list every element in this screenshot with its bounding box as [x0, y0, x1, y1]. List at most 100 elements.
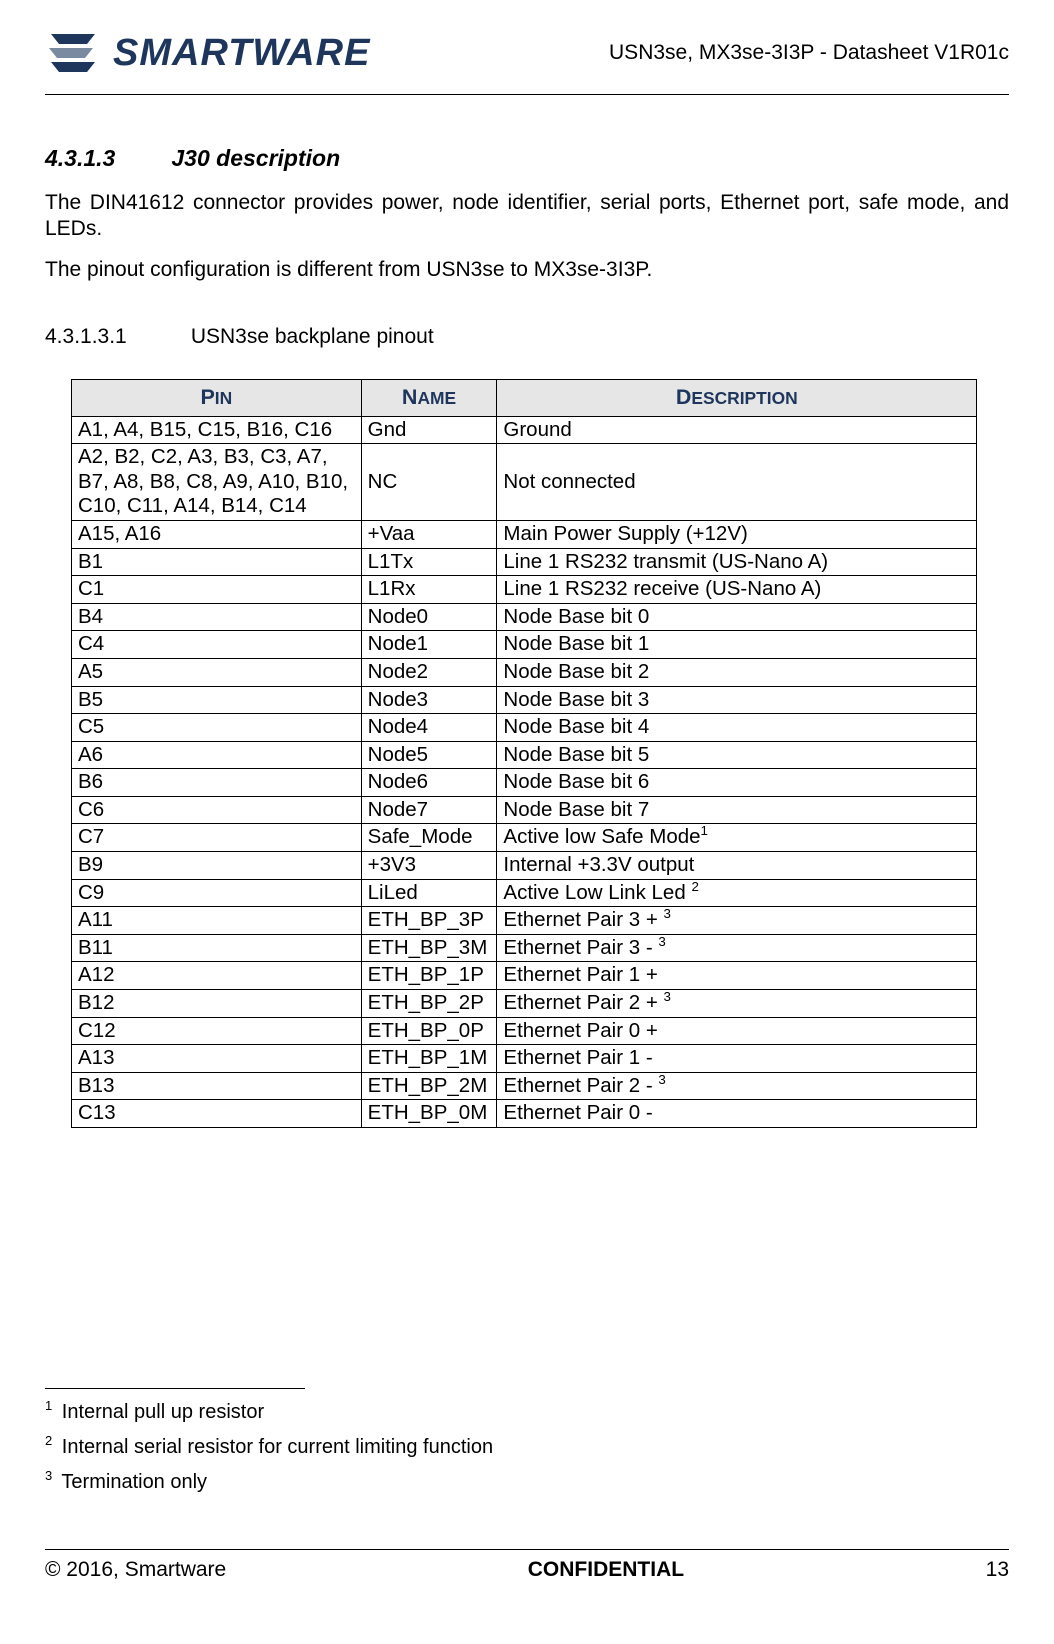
table-row: C9LiLedActive Low Link Led 2 [72, 879, 977, 907]
footnote-number: 1 [45, 1398, 52, 1413]
cell-description: Node Base bit 4 [497, 714, 977, 742]
table-row: B6Node6Node Base bit 6 [72, 769, 977, 797]
cell-name: Gnd [361, 416, 497, 444]
cell-pin: C5 [72, 714, 362, 742]
table-row: C12ETH_BP_0PEthernet Pair 0 + [72, 1017, 977, 1045]
cell-description: Main Power Supply (+12V) [497, 520, 977, 548]
table-row: C13ETH_BP_0MEthernet Pair 0 - [72, 1100, 977, 1128]
table-row: C1L1RxLine 1 RS232 receive (US-Nano A) [72, 576, 977, 604]
cell-description: Internal +3.3V output [497, 852, 977, 880]
footnote: 3 Termination only [45, 1471, 1009, 1494]
cell-pin: A11 [72, 907, 362, 935]
table-row: C6Node7Node Base bit 7 [72, 796, 977, 824]
cell-name: ETH_BP_0M [361, 1100, 497, 1128]
table-row: B5Node3Node Base bit 3 [72, 686, 977, 714]
col-header-desc: DESCRIPTION [497, 379, 977, 416]
cell-description: Ethernet Pair 2 - 3 [497, 1072, 977, 1100]
cell-pin: C6 [72, 796, 362, 824]
cell-pin: A12 [72, 962, 362, 990]
cell-pin: A5 [72, 658, 362, 686]
cell-pin: B6 [72, 769, 362, 797]
cell-description: Not connected [497, 444, 977, 521]
cell-name: Safe_Mode [361, 824, 497, 852]
footnotes: 1 Internal pull up resistor 2 Internal se… [45, 1388, 1009, 1494]
cell-description: Node Base bit 5 [497, 741, 977, 769]
footnote-ref: 2 [691, 879, 698, 894]
cell-pin: C12 [72, 1017, 362, 1045]
cell-description: Ethernet Pair 2 + 3 [497, 990, 977, 1018]
table-row: A6Node5Node Base bit 5 [72, 741, 977, 769]
footnote-number: 2 [45, 1433, 52, 1448]
section-heading: 4.3.1.3 J30 description [45, 145, 1009, 172]
cell-name: Node5 [361, 741, 497, 769]
table-row: B11ETH_BP_3MEthernet Pair 3 - 3 [72, 934, 977, 962]
footnote: 1 Internal pull up resistor [45, 1401, 1009, 1424]
cell-pin: A1, A4, B15, C15, B16, C16 [72, 416, 362, 444]
cell-pin: A6 [72, 741, 362, 769]
cell-pin: B9 [72, 852, 362, 880]
table-row: A1, A4, B15, C15, B16, C16GndGround [72, 416, 977, 444]
footnote-ref: 3 [664, 989, 671, 1004]
cell-description: Node Base bit 7 [497, 796, 977, 824]
table-row: B9+3V3Internal +3.3V output [72, 852, 977, 880]
cell-description: Node Base bit 3 [497, 686, 977, 714]
footer-page-number: 13 [986, 1558, 1009, 1582]
cell-description: Active low Safe Mode1 [497, 824, 977, 852]
col-header-pin: PIN [72, 379, 362, 416]
cell-name: +3V3 [361, 852, 497, 880]
cell-name: Node2 [361, 658, 497, 686]
cell-pin: A15, A16 [72, 520, 362, 548]
footer-copyright: © 2016, Smartware [45, 1558, 226, 1582]
cell-pin: B13 [72, 1072, 362, 1100]
page-header: SMARTWARE USN3se, MX3se-3I3P - Datasheet… [45, 30, 1009, 95]
table-row: A12ETH_BP_1PEthernet Pair 1 + [72, 962, 977, 990]
footnote: 2 Internal serial resistor for current l… [45, 1436, 1009, 1459]
table-header-row: PIN NAME DESCRIPTION [72, 379, 977, 416]
table-row: A2, B2, C2, A3, B3, C3, A7, B7, A8, B8, … [72, 444, 977, 521]
footnotes-rule [45, 1388, 305, 1389]
table-row: C5Node4Node Base bit 4 [72, 714, 977, 742]
cell-pin: C13 [72, 1100, 362, 1128]
cell-pin: C7 [72, 824, 362, 852]
cell-name: Node6 [361, 769, 497, 797]
subsection-title: USN3se backplane pinout [191, 325, 434, 348]
cell-pin: C9 [72, 879, 362, 907]
table-row: B4Node0Node Base bit 0 [72, 603, 977, 631]
cell-name: NC [361, 444, 497, 521]
cell-description: Node Base bit 6 [497, 769, 977, 797]
footnote-ref: 1 [701, 824, 708, 839]
table-row: B13ETH_BP_2MEthernet Pair 2 - 3 [72, 1072, 977, 1100]
cell-description: Node Base bit 2 [497, 658, 977, 686]
logo: SMARTWARE [45, 30, 370, 76]
cell-pin: B12 [72, 990, 362, 1018]
cell-name: Node3 [361, 686, 497, 714]
cell-name: ETH_BP_3M [361, 934, 497, 962]
cell-description: Ethernet Pair 0 - [497, 1100, 977, 1128]
cell-name: Node4 [361, 714, 497, 742]
cell-name: +Vaa [361, 520, 497, 548]
cell-pin: C1 [72, 576, 362, 604]
logo-text: SMARTWARE [113, 32, 370, 75]
cell-description: Node Base bit 1 [497, 631, 977, 659]
body-paragraph: The pinout configuration is different fr… [45, 257, 1009, 283]
table-row: B1L1TxLine 1 RS232 transmit (US-Nano A) [72, 548, 977, 576]
subsection-number: 4.3.1.3.1 [45, 325, 185, 349]
cell-pin: B5 [72, 686, 362, 714]
body-paragraph: The DIN41612 connector provides power, n… [45, 190, 1009, 243]
section-title: J30 description [171, 145, 340, 171]
col-header-name: NAME [361, 379, 497, 416]
table-row: C4Node1Node Base bit 1 [72, 631, 977, 659]
cell-pin: B11 [72, 934, 362, 962]
cell-name: ETH_BP_1P [361, 962, 497, 990]
cell-name: ETH_BP_1M [361, 1045, 497, 1073]
cell-description: Ethernet Pair 3 - 3 [497, 934, 977, 962]
cell-description: Line 1 RS232 receive (US-Nano A) [497, 576, 977, 604]
cell-description: Ethernet Pair 3 + 3 [497, 907, 977, 935]
section-number: 4.3.1.3 [45, 145, 165, 172]
cell-pin: B1 [72, 548, 362, 576]
pinout-table: PIN NAME DESCRIPTION A1, A4, B15, C15, B… [71, 379, 977, 1128]
cell-name: Node0 [361, 603, 497, 631]
footnote-ref: 3 [664, 906, 671, 921]
cell-description: Ethernet Pair 1 - [497, 1045, 977, 1073]
cell-name: L1Tx [361, 548, 497, 576]
